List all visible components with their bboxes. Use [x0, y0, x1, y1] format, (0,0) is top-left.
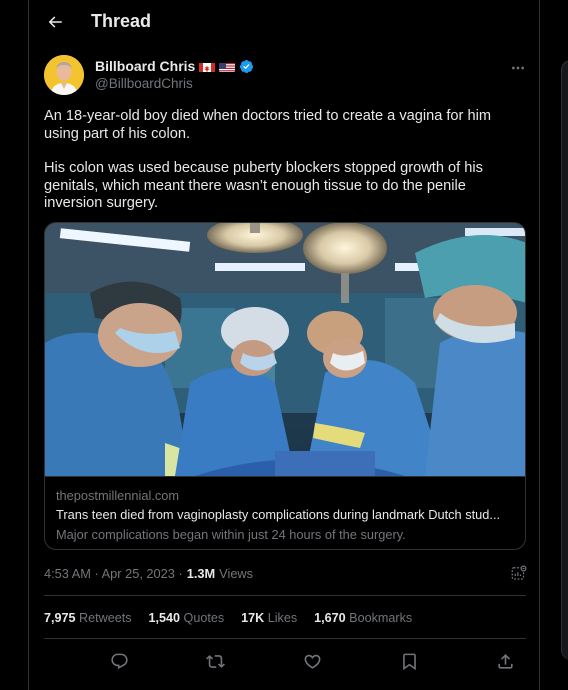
arrow-left-icon [48, 16, 62, 28]
avatar-image [44, 55, 84, 95]
page-title: Thread [91, 11, 152, 31]
share-icon [497, 653, 513, 669]
bookmark-icon [402, 653, 416, 670]
bookmark-button[interactable] [398, 650, 420, 672]
link-description: Major complications began within just 24… [56, 527, 406, 542]
thread-header: Thread [29, 0, 539, 44]
avatar[interactable] [44, 55, 84, 95]
stat-likes[interactable]: 17K Likes [241, 611, 297, 625]
reply-icon [110, 653, 128, 669]
tweet-actions [44, 648, 526, 674]
views-label: Views [219, 566, 254, 581]
tweet-timestamp[interactable]: 4:53 AM · Apr 25, 2023 · [44, 566, 183, 581]
like-icon [304, 654, 320, 669]
more-options-button[interactable] [506, 58, 530, 78]
link-card-meta: thepostmillennial.com Trans teen died fr… [45, 476, 525, 549]
canada-flag-icon [199, 61, 216, 72]
link-title[interactable]: Trans teen died from vaginoplasty compli… [56, 507, 518, 522]
thread-column: Thread Billboard Chris @BillboardChris A… [28, 0, 540, 690]
surgery-photo-image[interactable] [45, 223, 525, 476]
analytics-icon [511, 565, 527, 580]
retweet-icon [205, 654, 225, 668]
like-button[interactable] [301, 650, 323, 672]
reply-button[interactable] [108, 650, 130, 672]
us-flag-icon [219, 61, 236, 72]
author-name[interactable]: Billboard Chris [95, 58, 195, 74]
author-name-row[interactable]: Billboard Chris [95, 58, 254, 74]
tweet-paragraph: His colon was used because puberty block… [44, 160, 483, 211]
tweet-paragraph: An 18-year-old boy died when doctors tri… [44, 108, 491, 142]
divider [44, 638, 526, 639]
sidebar-card [561, 60, 568, 660]
share-button[interactable] [494, 650, 516, 672]
divider [44, 595, 526, 596]
tweet-meta-row: 4:53 AM · Apr 25, 2023 · 1.3M Views [44, 566, 253, 581]
stat-bookmarks[interactable]: 1,670 Bookmarks [314, 611, 412, 625]
retweet-button[interactable] [204, 650, 226, 672]
analytics-button[interactable] [510, 564, 528, 582]
verified-badge-icon [240, 59, 254, 73]
engagement-stats: 7,975 Retweets 1,540 Quotes 17K Likes 1,… [44, 611, 429, 625]
views-count: 1.3M [186, 566, 216, 581]
right-sidebar [541, 0, 568, 690]
stat-retweets[interactable]: 7,975 Retweets [44, 611, 132, 625]
tweet-text: An 18-year-old boy died when doctors tri… [44, 108, 524, 230]
author-handle[interactable]: @BillboardChris [95, 76, 193, 91]
link-preview-card[interactable]: thepostmillennial.com Trans teen died fr… [44, 222, 526, 550]
stat-quotes[interactable]: 1,540 Quotes [149, 611, 225, 625]
back-button[interactable] [41, 8, 69, 36]
more-dots-icon [512, 66, 524, 70]
link-domain: thepostmillennial.com [56, 488, 180, 503]
